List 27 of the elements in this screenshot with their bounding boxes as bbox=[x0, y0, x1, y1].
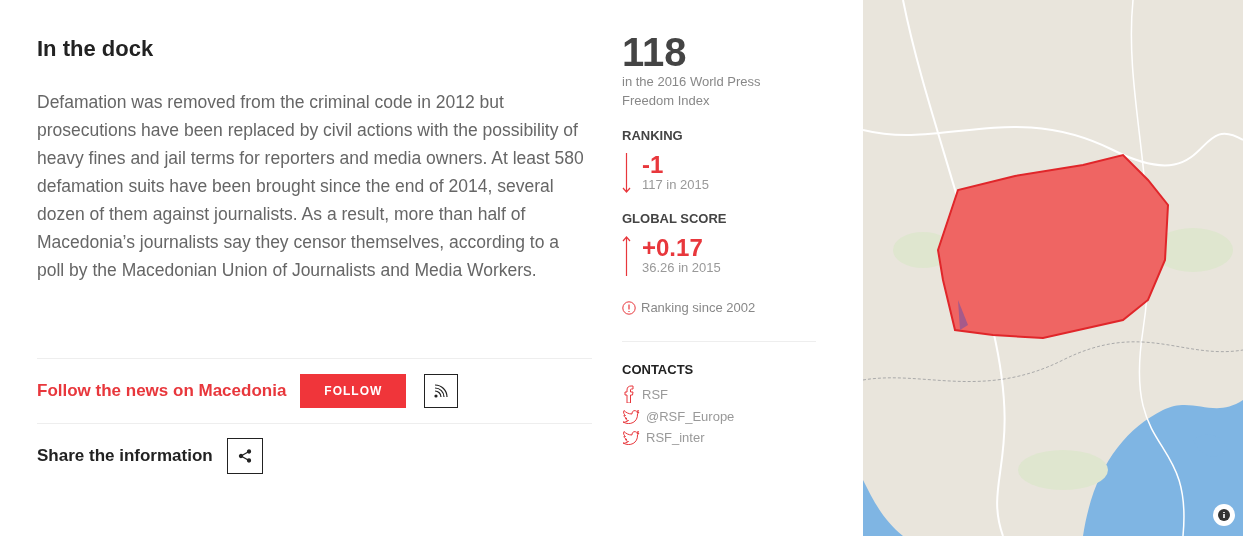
stat-heading: RANKING bbox=[622, 128, 684, 143]
share-button[interactable] bbox=[226, 438, 263, 474]
follow-label: Follow the news on Macedonia bbox=[37, 381, 287, 401]
share-icon bbox=[237, 449, 252, 463]
section-title: In the dock bbox=[37, 36, 155, 62]
info-icon bbox=[1218, 509, 1230, 521]
previous-value: 117 in 2015 bbox=[642, 177, 709, 192]
history-link[interactable]: Ranking since 2002 bbox=[641, 300, 756, 315]
follow-button[interactable]: FOLLOW bbox=[300, 374, 407, 408]
contacts-heading: CONTACTS bbox=[622, 362, 695, 377]
facebook-icon bbox=[622, 385, 636, 403]
article-paragraph: Defamation was removed from the criminal code in 2012 but prosecutions have been replaced by civil actions with the possibility of heavy fines and jail terms for reporters and media owners. At least 580 defamation suits have been brought since the end of 2014, several dozen of them against journalists. As a result, more than half of Macedonia’s journalists say they censor themselves, according to a poll by the Macedonian Union of Journalists and Media Workers. bbox=[37, 91, 585, 282]
rss-button[interactable] bbox=[424, 374, 459, 408]
bird-icon bbox=[622, 409, 640, 424]
change-value: -1 bbox=[642, 153, 665, 177]
contact-link[interactable]: RSF bbox=[642, 386, 668, 402]
contact-link[interactable]: RSF_inter bbox=[646, 430, 705, 445]
rank-number: 118 bbox=[622, 32, 688, 72]
rank-caption: in the 2016 World Press Freedom Index bbox=[622, 73, 762, 110]
contact-link[interactable]: @RSF_Europe bbox=[646, 409, 735, 424]
previous-value: 36.26 in 2015 bbox=[642, 260, 721, 275]
stat-heading: GLOBAL SCORE bbox=[622, 211, 728, 226]
rss-icon bbox=[433, 383, 450, 399]
change-value: +0.17 bbox=[642, 236, 704, 260]
info-icon bbox=[622, 300, 636, 315]
bird-icon bbox=[622, 430, 640, 445]
share-label: Share the information bbox=[37, 446, 213, 466]
